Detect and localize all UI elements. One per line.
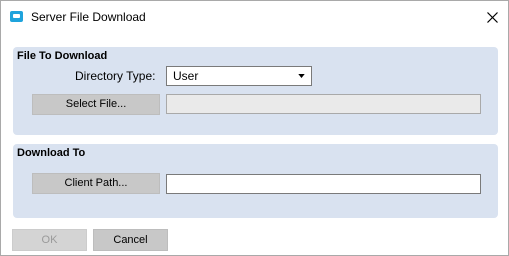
server-file-download-dialog: Server File Download File To Download Di… [0, 0, 509, 256]
file-to-download-panel: File To Download Directory Type: User Se… [13, 47, 498, 135]
window-title: Server File Download [31, 10, 146, 24]
cancel-button[interactable]: Cancel [93, 229, 168, 251]
select-file-button[interactable]: Select File... [32, 94, 160, 115]
close-icon [486, 11, 498, 23]
directory-type-label: Directory Type: [75, 69, 156, 83]
directory-type-select[interactable]: User [166, 66, 312, 86]
directory-type-value: User [173, 69, 199, 83]
download-to-panel: Download To Client Path... [13, 144, 498, 218]
ok-button[interactable]: OK [12, 229, 87, 251]
file-to-download-title: File To Download [17, 50, 108, 62]
client-path-button[interactable]: Client Path... [32, 173, 160, 194]
title-bar: Server File Download [1, 1, 508, 32]
close-button[interactable] [479, 6, 505, 28]
app-icon [10, 11, 23, 22]
client-path-field[interactable] [166, 174, 481, 194]
download-to-title: Download To [17, 147, 86, 159]
dropdown-arrow-icon [296, 71, 306, 81]
file-path-field[interactable] [166, 94, 481, 114]
